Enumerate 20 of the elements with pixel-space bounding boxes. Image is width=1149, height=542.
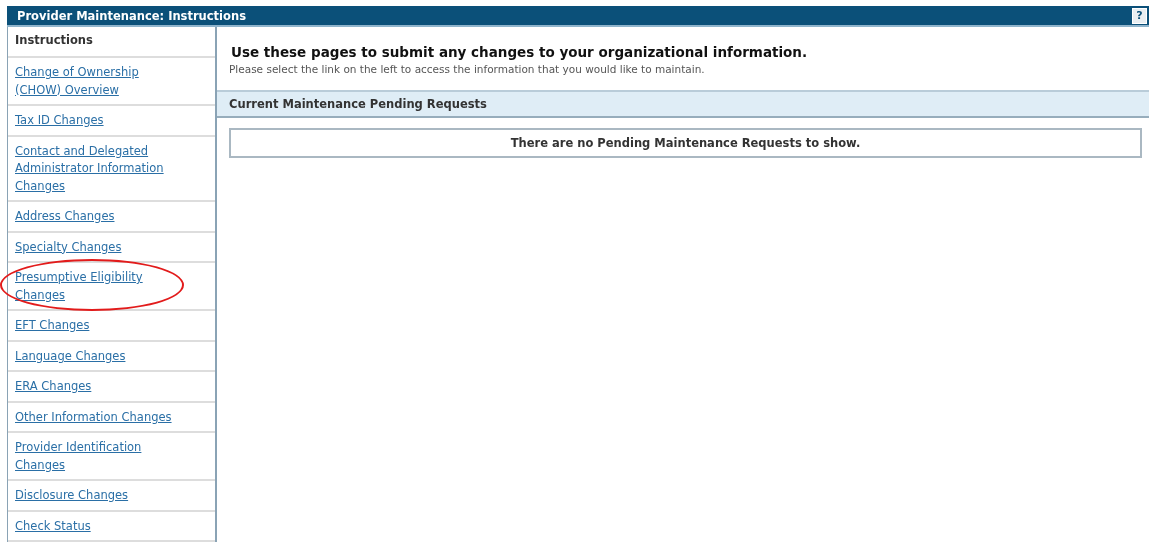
sidebar-link[interactable]: Provider Identification Changes — [15, 439, 180, 474]
sidebar-link[interactable]: Specialty Changes — [15, 238, 180, 256]
sidebar-link[interactable]: Disclosure Changes — [15, 487, 180, 505]
sidebar-link[interactable]: Presumptive Eligibility Changes — [15, 269, 180, 304]
sidebar-link[interactable]: ERA Changes — [15, 378, 180, 396]
page-subtitle: Please select the link on the left to access the information that you would like to maintain. — [229, 63, 706, 75]
sidebar-link[interactable]: Change of Ownership (CHOW) Overview — [15, 64, 180, 99]
sidebar-link[interactable]: EFT Changes — [15, 317, 180, 335]
section-header: Current Maintenance Pending Requests — [217, 90, 1149, 118]
help-button[interactable]: ? — [1132, 7, 1147, 24]
sidebar-link[interactable]: Language Changes — [15, 347, 180, 365]
sidebar-link[interactable]: Check Status — [15, 517, 180, 535]
sidebar-link[interactable]: Tax ID Changes — [15, 112, 180, 130]
sidebar-header: Instructions — [8, 27, 215, 58]
sidebar-link[interactable]: Contact and Delegated Administrator Information Changes — [15, 142, 180, 195]
sidebar-link[interactable]: Other Information Changes — [15, 408, 180, 426]
page-heading: Use these pages to submit any changes to your organizational information. — [231, 44, 809, 60]
window-title: Provider Maintenance: Instructions — [17, 8, 246, 23]
sidebar-link[interactable]: Address Changes — [15, 208, 180, 226]
empty-message: There are no Pending Maintenance Requests to show. — [229, 128, 1142, 158]
